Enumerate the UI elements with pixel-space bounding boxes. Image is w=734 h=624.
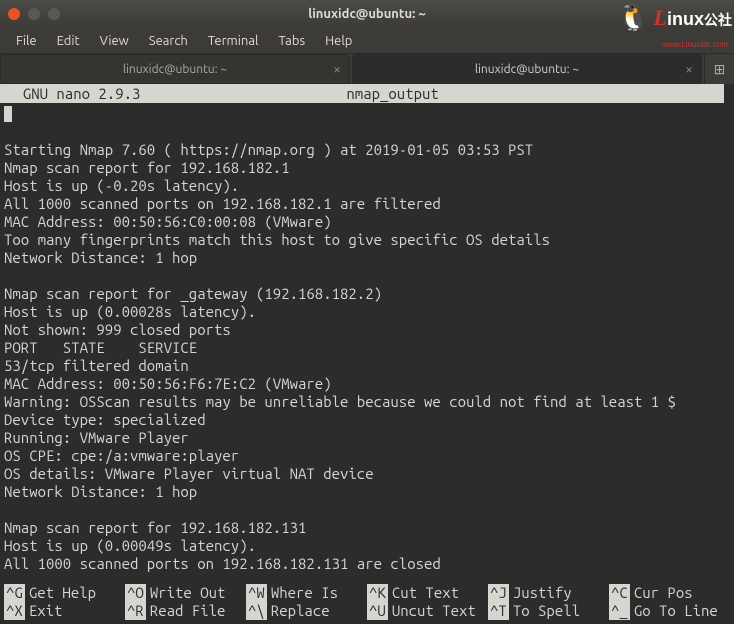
tab-close-icon[interactable]: × [685,61,693,77]
nano-footer: ^GGet Help^OWrite Out^WWhere Is^KCut Tex… [4,584,730,620]
hotkey-item: ^GGet Help [4,584,125,602]
terminal-content[interactable]: Starting Nmap 7.60 ( https://nmap.org ) … [0,103,734,575]
hotkey-item: ^CCur Pos [609,584,730,602]
menu-file[interactable]: File [6,30,47,52]
hotkey-label: Uncut Text [388,602,480,620]
window-controls [8,8,60,20]
hotkey-label: Read File [146,602,236,620]
menu-tabs[interactable]: Tabs [268,30,315,52]
hotkey-label: Where Is [267,584,357,602]
tab-label: linuxidc@ubuntu: ~ [475,63,579,76]
new-tab-button[interactable]: ⊞ [704,54,734,84]
tab-label: linuxidc@ubuntu: ~ [123,63,227,76]
hotkey-item: ^_Go To Line [609,602,730,620]
logo-url: www.Linuxidc.com [662,40,728,49]
window-minimize-button[interactable] [28,8,40,20]
hotkey-item: ^WWhere Is [246,584,367,602]
hotkey-label: Write Out [146,584,236,602]
site-logo: 🐧 Linux公社 [617,2,732,33]
hotkey-key: ^\ [246,602,267,620]
tab-2[interactable]: linuxidc@ubuntu: ~ × [352,54,702,84]
new-tab-icon: ⊞ [714,61,726,78]
menu-search[interactable]: Search [139,30,198,52]
hotkey-key: ^R [125,602,146,620]
hotkey-item: ^RRead File [125,602,246,620]
hotkey-key: ^W [246,584,267,602]
hotkey-label: Cut Text [388,584,478,602]
window-close-button[interactable] [8,8,20,20]
window-title: linuxidc@ubuntu: ~ [308,7,425,21]
tab-1[interactable]: linuxidc@ubuntu: ~ × [0,54,350,84]
menu-edit[interactable]: Edit [47,30,90,52]
hotkey-key: ^G [4,584,25,602]
hotkey-label: Replace [267,602,357,620]
penguin-icon: 🐧 [617,2,649,33]
nano-filename: nmap_output [146,84,724,103]
hotkey-key: ^_ [609,602,630,620]
logo-text: Linux公社 [654,5,732,31]
hotkey-label: Get Help [25,584,115,602]
hotkey-label: Exit [25,602,115,620]
hotkey-label: Cur Pos [630,584,720,602]
hotkey-item: ^TTo Spell [488,602,609,620]
hotkey-item: ^JJustify [488,584,609,602]
hotkey-key: ^T [488,602,509,620]
hotkey-label: To Spell [509,602,599,620]
hotkey-item: ^OWrite Out [125,584,246,602]
tabbar: linuxidc@ubuntu: ~ × linuxidc@ubuntu: ~ … [0,54,734,84]
menu-view[interactable]: View [90,30,139,52]
cursor [4,106,12,122]
hotkey-key: ^X [4,602,25,620]
hotkey-item: ^KCut Text [367,584,488,602]
menu-help[interactable]: Help [315,30,362,52]
hotkey-label: Justify [509,584,599,602]
menu-terminal[interactable]: Terminal [198,30,269,52]
hotkey-key: ^C [609,584,630,602]
hotkey-item: ^XExit [4,602,125,620]
hotkey-item: ^\Replace [246,602,367,620]
hotkey-key: ^U [367,602,388,620]
nano-header: GNU nano 2.9.3 nmap_output [0,84,734,103]
tab-close-icon[interactable]: × [333,61,341,77]
nano-version: GNU nano 2.9.3 [0,84,146,103]
hotkey-key: ^O [125,584,146,602]
hotkey-label: Go To Line [630,602,722,620]
window-maximize-button[interactable] [48,8,60,20]
hotkey-key: ^K [367,584,388,602]
hotkey-key: ^J [488,584,509,602]
hotkey-item: ^UUncut Text [367,602,488,620]
